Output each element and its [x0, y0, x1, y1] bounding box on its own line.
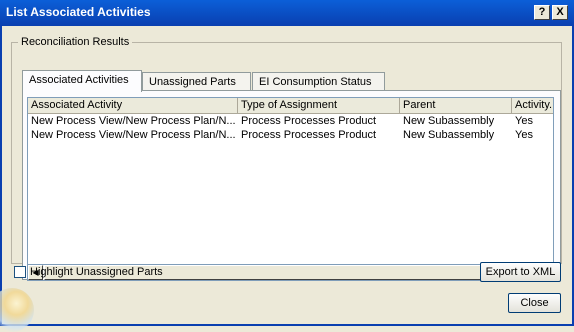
- tab-panel: Associated Activity Type of Assignment P…: [22, 90, 561, 281]
- group-legend: Reconciliation Results: [21, 36, 130, 48]
- cell-type-of-assignment: Process Processes Product: [241, 115, 377, 127]
- close-button[interactable]: Close: [508, 293, 561, 313]
- column-header-type-of-assignment[interactable]: Type of Assignment: [238, 98, 400, 114]
- reconciliation-results-group: Reconciliation Results Associated Activi…: [11, 36, 562, 281]
- cell-parent: New Subassembly: [403, 129, 495, 141]
- cell-activity: Yes: [515, 129, 533, 141]
- window-title: List Associated Activities: [6, 5, 151, 19]
- cell-activity: Yes: [515, 115, 533, 127]
- app-logo-icon: [0, 288, 34, 332]
- cell-associated-activity: New Process View/New Process Plan/N...: [31, 115, 236, 127]
- help-button[interactable]: ?: [534, 5, 550, 20]
- cell-associated-activity: New Process View/New Process Plan/N...: [31, 129, 236, 141]
- cell-type-of-assignment: Process Processes Product: [241, 129, 377, 141]
- associated-activities-list[interactable]: Associated Activity Type of Assignment P…: [27, 97, 554, 265]
- highlight-unassigned-checkbox[interactable]: [14, 266, 26, 278]
- column-header-activity[interactable]: Activity...: [512, 98, 553, 114]
- export-to-xml-button[interactable]: Export to XML: [480, 262, 561, 282]
- highlight-unassigned-label: Highlight Unassigned Parts: [30, 266, 163, 278]
- close-window-button[interactable]: X: [552, 5, 568, 20]
- dialog-body: Reconciliation Results Associated Activi…: [0, 26, 574, 332]
- column-header-associated-activity[interactable]: Associated Activity: [28, 98, 238, 114]
- tab-associated-activities[interactable]: Associated Activities: [22, 70, 142, 92]
- tab-unassigned-parts[interactable]: Unassigned Parts: [142, 72, 251, 91]
- tab-ei-consumption-status[interactable]: EI Consumption Status: [252, 72, 385, 91]
- column-header-parent[interactable]: Parent: [400, 98, 512, 114]
- cell-parent: New Subassembly: [403, 115, 495, 127]
- title-bar: List Associated Activities ? X: [0, 0, 574, 26]
